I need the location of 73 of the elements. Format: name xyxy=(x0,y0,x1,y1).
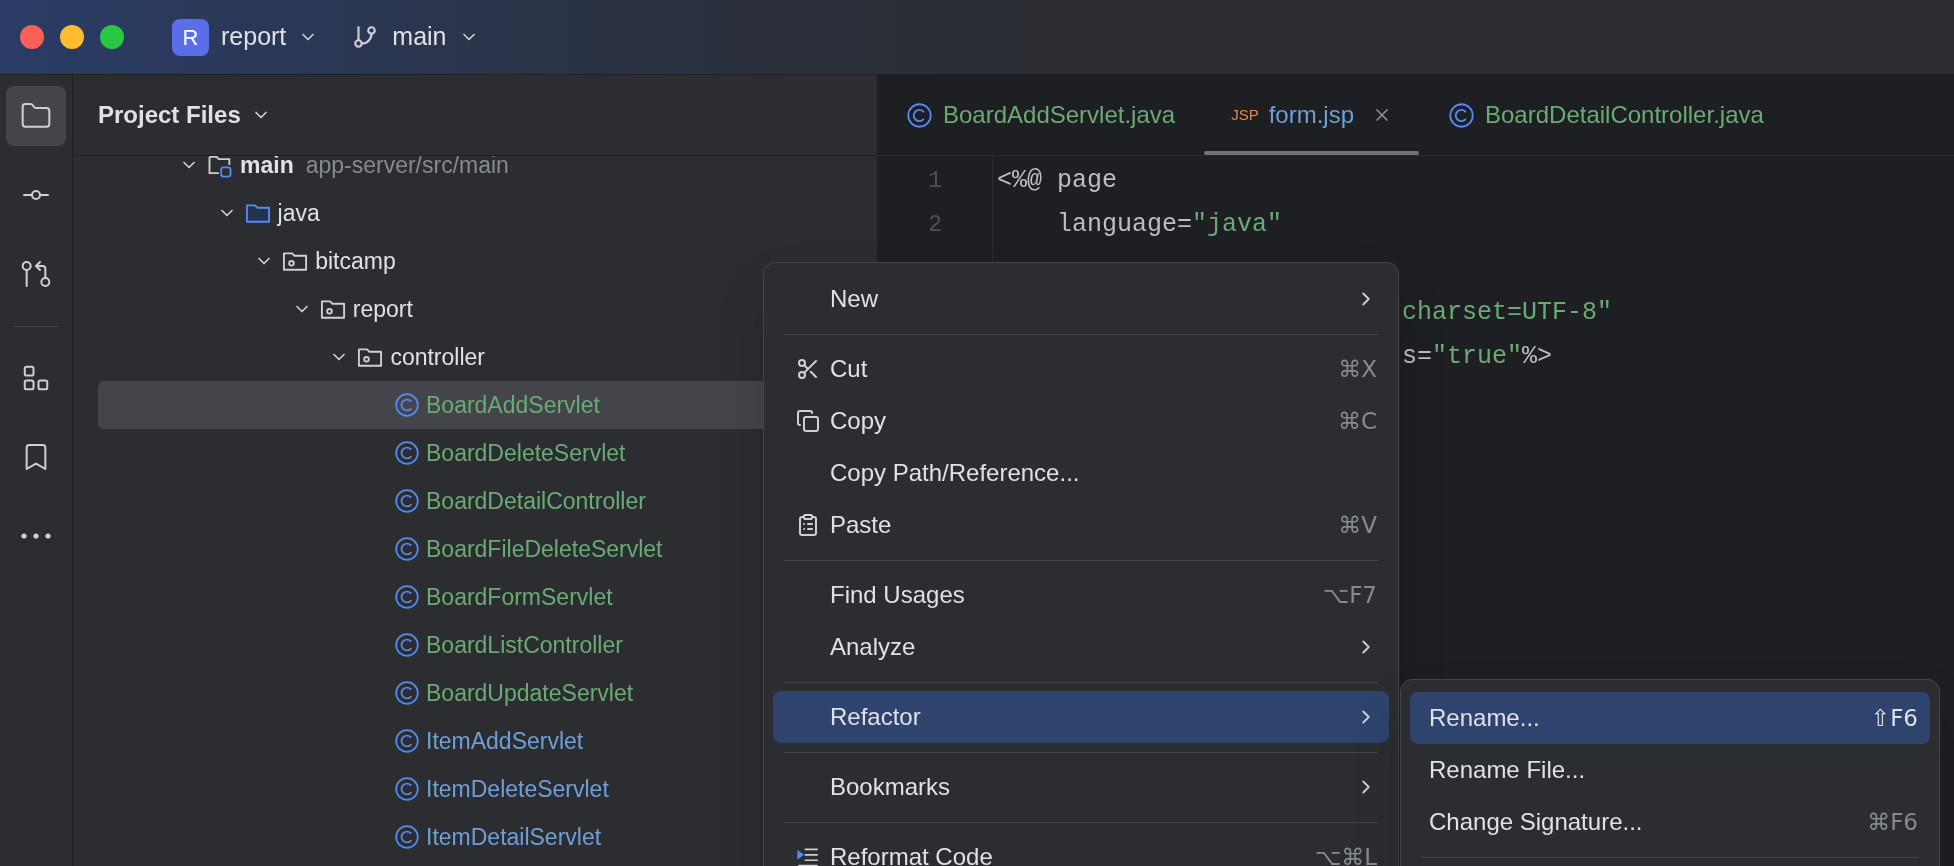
menu-item[interactable]: Analyze xyxy=(773,621,1389,673)
tool-window-button[interactable] xyxy=(6,86,66,146)
tree-label: ItemDeleteServlet xyxy=(426,774,609,804)
class-icon xyxy=(906,101,933,129)
code-line: charset=UTF-8" xyxy=(1402,297,1613,330)
class-icon xyxy=(394,488,420,514)
shortcut: ⌘X xyxy=(1338,354,1377,384)
minimize-window-button[interactable] xyxy=(60,25,84,49)
tree-label: BoardFormServlet xyxy=(426,582,613,612)
project-name: report xyxy=(221,21,287,53)
tree-label: ItemAddServlet xyxy=(426,726,584,756)
tree-label: report xyxy=(352,294,413,324)
tree-label: BoardUpdateServlet xyxy=(426,678,634,708)
tree-label: BoardFileDeleteServlet xyxy=(426,534,663,564)
branch-icon xyxy=(352,24,379,50)
tree-row[interactable]: java xyxy=(98,189,852,237)
class-icon xyxy=(1448,101,1475,129)
menu-item[interactable]: Find Usages ⌥F7 xyxy=(773,569,1389,621)
project-badge: R xyxy=(172,18,209,56)
menu-item[interactable]: Rename... ⇧F6 xyxy=(1410,692,1930,744)
shortcut: ⌘F6 xyxy=(1867,807,1918,837)
shortcut: ⌘C xyxy=(1337,406,1377,436)
structure-icon xyxy=(21,363,51,393)
module-folder-icon xyxy=(206,156,234,179)
panel-title[interactable]: Project Files xyxy=(98,97,241,133)
tree-label: java xyxy=(277,198,320,228)
tree-label: BoardDetailController xyxy=(426,486,646,516)
tree-path: app-server/src/main xyxy=(305,156,509,180)
class-icon xyxy=(394,824,420,850)
branch-selector[interactable]: main xyxy=(352,18,479,56)
jsp-file-icon: JSP xyxy=(1231,103,1259,127)
class-icon xyxy=(394,440,420,466)
class-icon xyxy=(394,584,420,610)
code-line: s="true"%> xyxy=(1402,341,1553,374)
pull-request-icon xyxy=(20,258,52,290)
tree-label: bitcamp xyxy=(315,246,396,276)
clipboard-icon xyxy=(796,513,820,537)
tree-label: BoardListController xyxy=(426,630,623,660)
editor-tab[interactable]: BoardDetailController.java xyxy=(1420,75,1792,155)
class-icon xyxy=(394,536,420,562)
tree-label: BoardDeleteServlet xyxy=(426,438,626,468)
more-icon xyxy=(21,533,51,539)
menu-item[interactable]: Bookmarks xyxy=(773,761,1389,813)
class-icon xyxy=(394,392,420,418)
code-line: language="java" xyxy=(1056,209,1283,242)
shortcut: ⌥⌘L xyxy=(1314,842,1377,866)
branch-name: main xyxy=(392,21,447,53)
menu-item[interactable]: Rename File... xyxy=(1410,744,1930,796)
menu-item[interactable]: Refactor xyxy=(773,691,1389,743)
class-icon xyxy=(394,632,420,658)
shortcut: ⇧F6 xyxy=(1870,703,1918,733)
tree-row[interactable]: main app-server/src/main xyxy=(98,156,852,189)
class-icon xyxy=(394,728,420,754)
maximize-window-button[interactable] xyxy=(100,25,124,49)
menu-item[interactable]: Reformat Code ⌥⌘L xyxy=(773,831,1389,866)
editor-tab[interactable]: JSP form.jsp xyxy=(1203,75,1420,155)
code-line: <%@ page xyxy=(997,165,1118,198)
class-icon xyxy=(394,680,420,706)
tree-label: ItemDetailServlet xyxy=(426,822,602,852)
shortcut: ⌥F7 xyxy=(1322,580,1377,610)
close-window-button[interactable] xyxy=(20,25,44,49)
copy-icon xyxy=(796,409,820,433)
menu-item[interactable]: Change Signature... ⌘F6 xyxy=(1410,796,1930,848)
scissors-icon xyxy=(796,357,820,381)
project-selector[interactable]: R report xyxy=(172,18,319,56)
tree-label: BoardAddServlet xyxy=(426,390,600,420)
shortcut: ⌘V xyxy=(1338,510,1377,540)
tree-label: controller xyxy=(390,342,485,372)
menu-item[interactable]: Paste ⌘V xyxy=(773,499,1389,551)
class-icon xyxy=(394,776,420,802)
editor-tab[interactable]: BoardAddServlet.java xyxy=(878,75,1204,155)
menu-item[interactable]: Copy Path/Reference... xyxy=(773,447,1389,499)
tree-label: main xyxy=(240,156,294,180)
